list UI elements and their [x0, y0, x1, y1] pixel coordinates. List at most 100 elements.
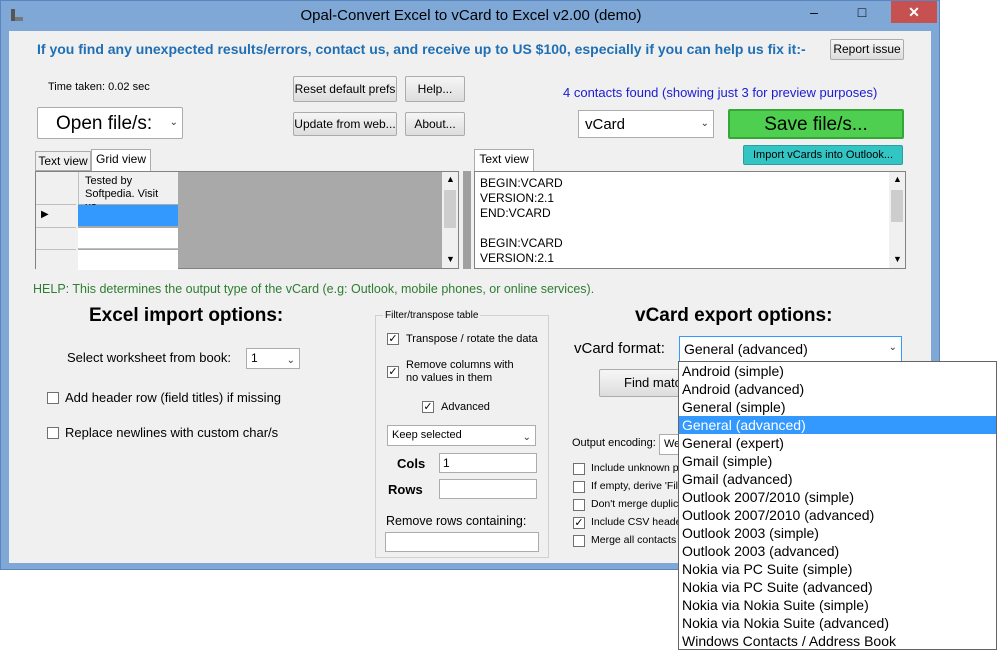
format-option[interactable]: Gmail (simple) — [679, 452, 996, 470]
text-scrollbar[interactable]: ▲ ▼ — [889, 172, 905, 268]
format-option[interactable]: Nokia via Nokia Suite (advanced) — [679, 614, 996, 632]
output-encoding-label: Output encoding: — [572, 437, 656, 449]
time-taken: Time taken: 0.02 sec — [48, 81, 150, 93]
chevron-down-icon: ⌄ — [522, 432, 531, 443]
keep-selected-select[interactable]: Keep selected ⌄ — [387, 425, 536, 446]
merge-all-checkbox[interactable] — [573, 535, 585, 547]
filter-group-title: Filter/transpose table — [383, 310, 481, 321]
current-row-icon: ▶ — [41, 209, 49, 220]
grid-cell-selected[interactable] — [78, 205, 178, 226]
vcard-line: VERSION:2.1 — [480, 251, 555, 265]
grid-scrollbar[interactable]: ▲ ▼ — [442, 172, 458, 268]
format-option[interactable]: Nokia via PC Suite (simple) — [679, 560, 996, 578]
scroll-down-icon: ▼ — [446, 254, 455, 264]
format-option[interactable]: Windows Contacts / Address Book — [679, 632, 996, 650]
dont-merge-checkbox[interactable] — [573, 499, 585, 511]
rows-label: Rows — [388, 482, 423, 497]
format-option[interactable]: Outlook 2003 (simple) — [679, 524, 996, 542]
include-unknown-label: Include unknown p — [591, 462, 679, 474]
contacts-found-text: 4 contacts found (showing just 3 for pre… — [563, 85, 878, 100]
chevron-down-icon: ⌄ — [169, 117, 178, 128]
worksheet-select[interactable]: 1 ⌄ — [246, 348, 300, 369]
update-from-web-button[interactable]: Update from web... — [293, 112, 397, 136]
column-header[interactable]: Tested by Softpedia. Visit us — [78, 172, 178, 213]
excel-import-title: Excel import options: — [89, 305, 284, 326]
chevron-down-icon: ⌄ — [700, 118, 709, 129]
scroll-thumb[interactable] — [891, 190, 903, 222]
format-option[interactable]: General (expert) — [679, 434, 996, 452]
format-option[interactable]: Android (advanced) — [679, 380, 996, 398]
vcard-line: VERSION:2.1 — [480, 191, 555, 205]
grid-cell[interactable] — [78, 228, 178, 249]
remove-rows-label: Remove rows containing: — [386, 514, 527, 528]
transpose-checkbox[interactable]: ✓ — [387, 333, 399, 345]
format-option[interactable]: Gmail (advanced) — [679, 470, 996, 488]
add-header-label: Add header row (field titles) if missing — [65, 390, 282, 405]
vcard-text-preview[interactable]: BEGIN:VCARD VERSION:2.1 END:VCARD BEGIN:… — [474, 171, 906, 269]
open-files-dropdown[interactable]: Open file/s: ⌄ — [37, 107, 183, 139]
remove-columns-checkbox[interactable]: ✓ — [387, 366, 399, 378]
open-files-label: Open file/s: — [56, 113, 153, 134]
if-empty-checkbox[interactable] — [573, 481, 585, 493]
vcard-format-select[interactable]: General (advanced) ⌄ — [679, 336, 902, 362]
format-option[interactable]: Nokia via PC Suite (advanced) — [679, 578, 996, 596]
scroll-up-icon: ▲ — [446, 174, 455, 184]
replace-newlines-label: Replace newlines with custom char/s — [65, 425, 279, 440]
about-button[interactable]: About... — [405, 112, 465, 136]
find-matches-button[interactable]: Find matc — [599, 369, 689, 397]
remove-rows-input[interactable] — [385, 532, 539, 552]
format-option[interactable]: Outlook 2003 (advanced) — [679, 542, 996, 560]
minimize-button[interactable]: – — [799, 1, 829, 23]
vcard-line: BEGIN:VCARD — [480, 176, 563, 190]
cols-input[interactable]: 1 — [439, 453, 537, 473]
format-option[interactable]: Outlook 2007/2010 (advanced) — [679, 506, 996, 524]
help-button[interactable]: Help... — [405, 76, 465, 102]
transpose-label: Transpose / rotate the data — [406, 333, 538, 345]
tab-text-view-left[interactable]: Text view — [35, 151, 91, 171]
add-header-checkbox[interactable] — [47, 392, 59, 404]
scroll-up-icon: ▲ — [893, 174, 902, 184]
include-unknown-checkbox[interactable] — [573, 463, 585, 475]
scroll-down-icon: ▼ — [893, 254, 902, 264]
chevron-down-icon: ⌄ — [286, 355, 295, 366]
format-option[interactable]: Android (simple) — [679, 362, 996, 380]
vcard-text-lines: BEGIN:VCARD VERSION:2.1 END:VCARD BEGIN:… — [480, 176, 563, 266]
notice-text: If you find any unexpected results/error… — [37, 41, 806, 57]
replace-newlines-checkbox[interactable] — [47, 427, 59, 439]
format-option[interactable]: Nokia via Nokia Suite (simple) — [679, 596, 996, 614]
advanced-checkbox[interactable]: ✓ — [422, 401, 434, 413]
vcard-format-value: General (advanced) — [684, 341, 808, 357]
help-text: HELP: This determines the output type of… — [33, 282, 595, 296]
remove-columns-label: Remove columns with — [406, 359, 514, 371]
row-divider — [36, 227, 76, 228]
merge-all-label: Merge all contacts — [591, 534, 677, 546]
format-option-selected[interactable]: General (advanced) — [679, 416, 996, 434]
import-outlook-button[interactable]: Import vCards into Outlook... — [743, 145, 903, 165]
format-option[interactable]: General (simple) — [679, 398, 996, 416]
scroll-thumb[interactable] — [444, 190, 456, 228]
grid-cell[interactable] — [78, 250, 178, 270]
reset-prefs-button[interactable]: Reset default prefs — [293, 76, 397, 102]
vcard-format-label: vCard format: — [574, 340, 665, 357]
vcard-line: END:VCARD — [480, 206, 551, 220]
tab-grid-view[interactable]: Grid view — [91, 149, 151, 171]
splitter[interactable] — [463, 171, 471, 269]
include-csv-checkbox[interactable]: ✓ — [573, 517, 585, 529]
chevron-down-icon: ⌄ — [888, 342, 897, 353]
report-issue-button[interactable]: Report issue — [830, 39, 904, 60]
include-csv-label: Include CSV heade — [591, 516, 682, 528]
maximize-button[interactable]: □ — [847, 1, 877, 23]
vcard-format-dropdown-list[interactable]: Android (simple) Android (advanced) Gene… — [678, 361, 997, 650]
vcard-line: BEGIN:VCARD — [480, 236, 563, 250]
advanced-label: Advanced — [441, 401, 490, 413]
output-type-select[interactable]: vCard ⌄ — [578, 110, 714, 138]
data-grid: ▶ Tested by Softpedia. Visit us ▲ ▼ — [35, 171, 459, 270]
rows-input[interactable] — [439, 479, 537, 499]
row-header-column: ▶ — [36, 172, 78, 270]
close-button[interactable]: ✕ — [891, 1, 937, 23]
worksheet-label: Select worksheet from book: — [67, 350, 232, 365]
tab-text-view-right[interactable]: Text view — [474, 149, 534, 171]
save-files-button[interactable]: Save file/s... — [728, 109, 904, 139]
format-option[interactable]: Outlook 2007/2010 (simple) — [679, 488, 996, 506]
vcard-export-title: vCard export options: — [635, 305, 833, 326]
